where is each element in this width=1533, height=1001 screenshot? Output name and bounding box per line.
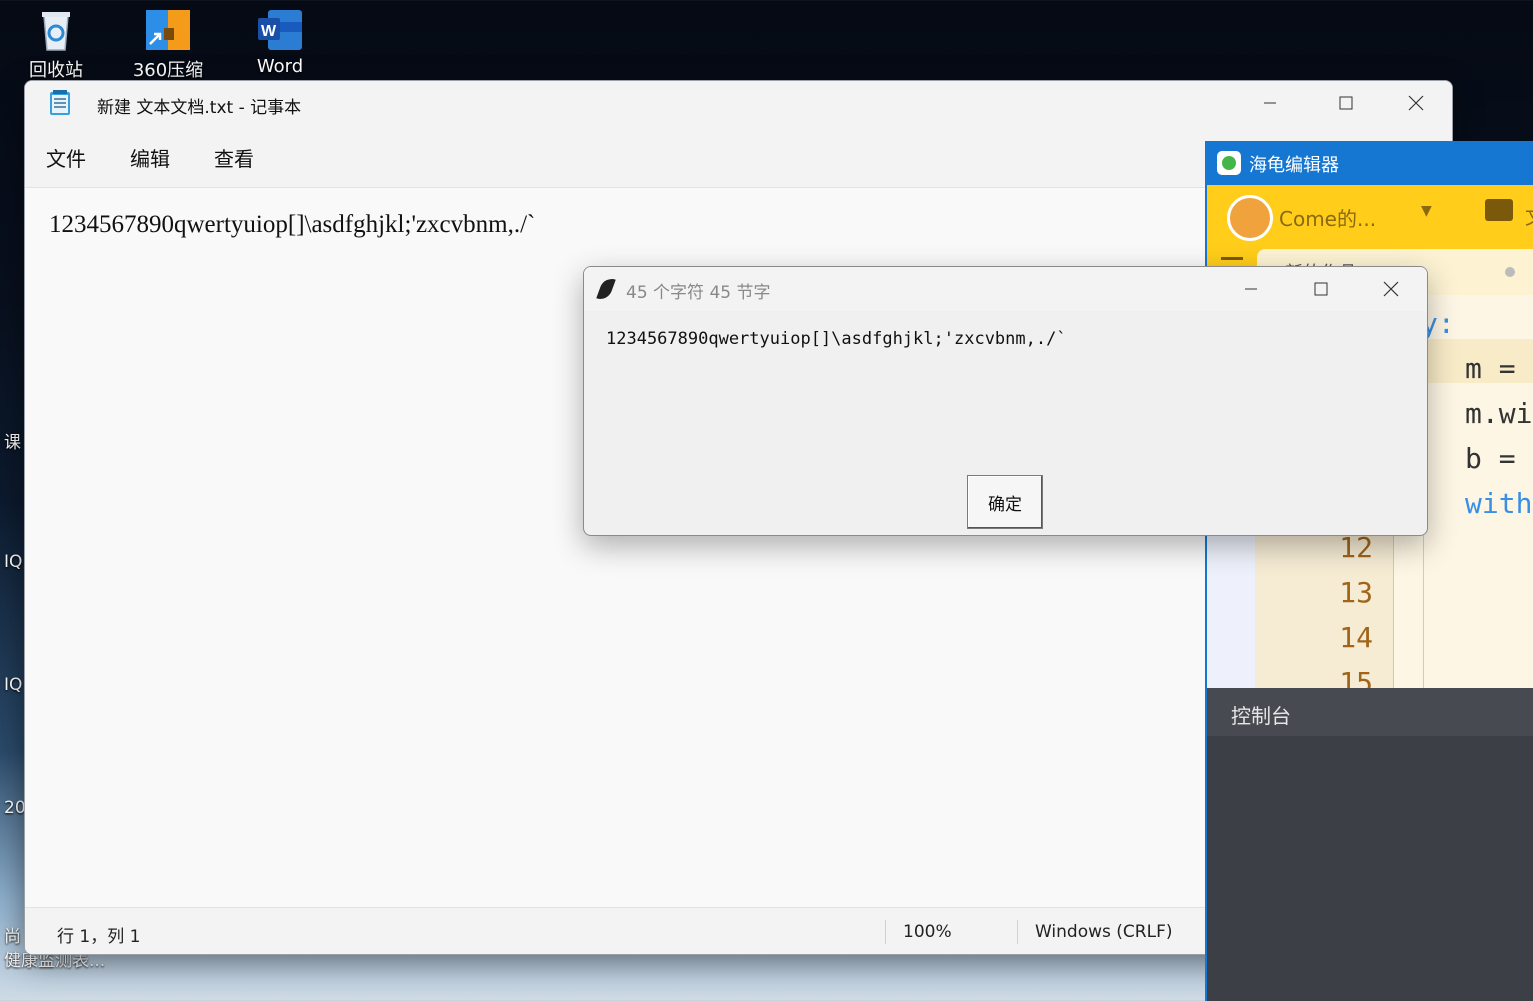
desktop-partial-label[interactable]: IQ bbox=[4, 552, 22, 572]
status-divider bbox=[1017, 920, 1018, 944]
archive-icon bbox=[144, 6, 192, 54]
word-icon: W bbox=[256, 6, 304, 54]
chevron-down-icon[interactable]: ▼ bbox=[1421, 203, 1432, 219]
console-label: 控制台 bbox=[1231, 704, 1291, 728]
notepad-titlebar[interactable]: 新建 文本文档.txt - 记事本 bbox=[25, 81, 1452, 125]
line-number: 13 bbox=[1339, 576, 1373, 609]
close-icon bbox=[1408, 95, 1424, 111]
unsaved-dot-icon bbox=[1505, 267, 1515, 277]
status-zoom: 100% bbox=[903, 922, 952, 942]
desktop-partial-label[interactable]: IQ bbox=[4, 675, 22, 695]
close-icon bbox=[1383, 281, 1399, 297]
dialog-minimize-button[interactable] bbox=[1228, 273, 1274, 305]
desktop-icon-label: 360压缩 bbox=[132, 60, 204, 81]
desktop-icon-recycle-bin[interactable]: 回收站 bbox=[11, 6, 101, 82]
minimize-icon bbox=[1245, 288, 1257, 290]
status-line-ending: Windows (CRLF) bbox=[1035, 922, 1173, 942]
avatar[interactable] bbox=[1227, 195, 1273, 241]
minimize-button[interactable] bbox=[1247, 87, 1293, 119]
file-menu-label[interactable]: 文 bbox=[1525, 201, 1533, 230]
hamburger-icon[interactable] bbox=[1221, 257, 1243, 260]
message-dialog: 45 个字符 45 节字 1234567890qwertyuiop[]\asdf… bbox=[583, 266, 1428, 536]
dialog-close-button[interactable] bbox=[1368, 273, 1414, 305]
desktop-icon-label: Word bbox=[256, 56, 304, 77]
turtle-editor-titlebar[interactable]: 海龟编辑器 bbox=[1207, 141, 1533, 185]
menu-edit[interactable]: 编辑 bbox=[130, 143, 170, 172]
desktop-partial-label[interactable]: 尚 bbox=[4, 922, 21, 947]
code-line: with bbox=[1465, 487, 1533, 520]
close-button[interactable] bbox=[1393, 87, 1439, 119]
turtle-editor-title: 海龟编辑器 bbox=[1249, 155, 1339, 176]
console-header[interactable]: 控制台 bbox=[1207, 688, 1533, 736]
desktop-partial-label[interactable]: 20 bbox=[4, 798, 26, 818]
turtle-toolbar: Come的... ▼ 文 bbox=[1207, 185, 1533, 245]
maximize-icon bbox=[1339, 96, 1353, 110]
notepad-text-area[interactable]: 1234567890qwertyuiop[]\asdfghjkl;'zxcvbn… bbox=[49, 211, 535, 239]
feather-icon bbox=[596, 275, 616, 303]
svg-text:W: W bbox=[261, 23, 277, 40]
status-divider bbox=[885, 920, 886, 944]
line-number: 14 bbox=[1339, 621, 1373, 654]
dialog-maximize-button[interactable] bbox=[1298, 273, 1344, 305]
ok-button[interactable]: 确定 bbox=[967, 475, 1043, 529]
turtle-logo-icon bbox=[1217, 151, 1241, 175]
desktop-icon-word[interactable]: W Word bbox=[235, 6, 325, 77]
maximize-button[interactable] bbox=[1323, 87, 1369, 119]
dialog-title: 45 个字符 45 节字 bbox=[626, 283, 771, 303]
desktop-partial-label[interactable]: 课 bbox=[4, 428, 21, 453]
maximize-icon bbox=[1314, 282, 1328, 296]
dialog-titlebar[interactable]: 45 个字符 45 节字 bbox=[584, 267, 1427, 311]
notepad-icon bbox=[49, 90, 71, 116]
menu-view[interactable]: 查看 bbox=[214, 143, 254, 172]
code-line: m.wi bbox=[1465, 397, 1533, 430]
status-cursor-position: 行 1，列 1 bbox=[57, 927, 141, 947]
dialog-message: 1234567890qwertyuiop[]\asdfghjkl;'zxcvbn… bbox=[606, 329, 1067, 349]
code-line: b = bbox=[1465, 442, 1516, 475]
desktop-icon-label: 回收站 bbox=[29, 60, 83, 81]
desktop-icon-360zip[interactable]: 360压缩 bbox=[123, 6, 213, 82]
recycle-bin-icon bbox=[32, 6, 80, 54]
minimize-icon bbox=[1264, 102, 1276, 104]
menu-file[interactable]: 文件 bbox=[46, 143, 86, 172]
folder-icon[interactable] bbox=[1485, 199, 1513, 221]
notepad-title: 新建 文本文档.txt - 记事本 bbox=[97, 98, 302, 118]
user-name[interactable]: Come的... bbox=[1279, 203, 1376, 232]
code-line: m = bbox=[1465, 352, 1516, 385]
